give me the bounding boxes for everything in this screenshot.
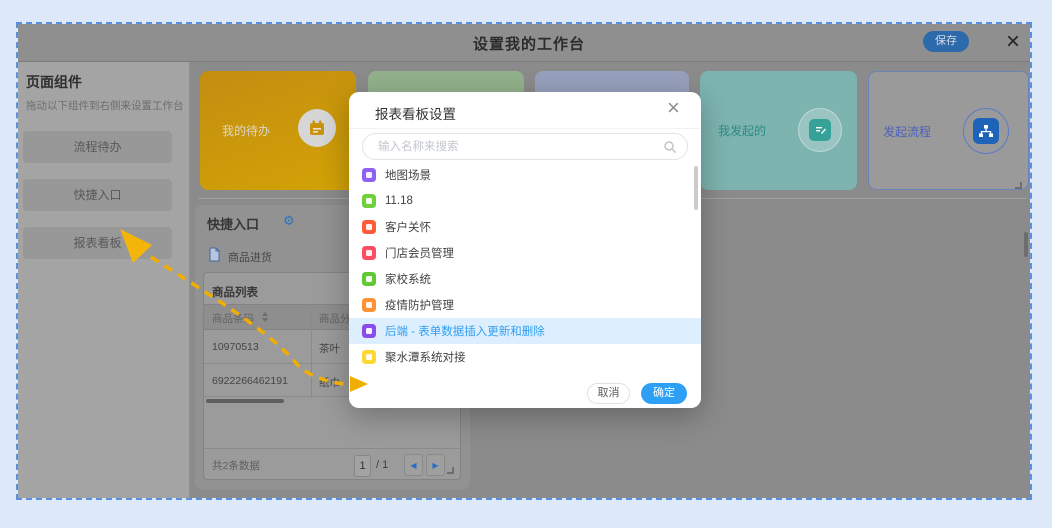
report-icon (362, 350, 376, 364)
calendar-icon (298, 109, 336, 147)
resize-grip[interactable] (1015, 182, 1022, 189)
save-button[interactable]: 保存 (923, 31, 969, 52)
list-item[interactable]: 门店会员管理 (349, 240, 701, 266)
sidebar-hint: 拖动以下组件到右侧来设置工作台 (26, 98, 184, 113)
workbench-settings-window: 设置我的工作台 保存 × 页面组件 拖动以下组件到右侧来设置工作台 流程待办 快… (16, 22, 1032, 500)
list-item-label: 客户关怀 (385, 219, 431, 235)
list-item[interactable]: 聚水潭系统对接 (349, 344, 701, 370)
modal-scrollbar[interactable] (694, 166, 698, 210)
list-item[interactable]: 疫情防护管理 (349, 292, 701, 318)
vertical-scrollbar[interactable] (1024, 232, 1028, 257)
sidebar-item-report-board[interactable]: 报表看板 (23, 227, 172, 259)
list-item-label: 家校系统 (385, 271, 431, 287)
list-item[interactable]: 地图场景 (349, 162, 701, 188)
card-my-todo[interactable]: 我的待办 (200, 71, 356, 190)
prev-page-button[interactable]: ◀ (404, 454, 423, 476)
list-item-label: 地图场景 (385, 167, 431, 183)
report-icon (362, 220, 376, 234)
titlebar: 设置我的工作台 保存 × (18, 24, 1030, 62)
cell-category: 茶叶 (319, 341, 340, 356)
list-item[interactable]: 客户关怀 (349, 214, 701, 240)
components-sidebar: 页面组件 拖动以下组件到右侧来设置工作台 流程待办 快捷入口 报表看板 (18, 62, 190, 498)
page-number-input[interactable]: 1 (354, 455, 371, 477)
card-label: 发起流程 (883, 123, 931, 140)
report-icon (362, 168, 376, 182)
list-item-label: 11.18 (385, 195, 413, 207)
table-title: 商品列表 (212, 284, 258, 300)
confirm-button[interactable]: 确定 (641, 383, 687, 404)
flow-chart-icon (963, 108, 1009, 154)
card-start-process[interactable]: 发起流程 (868, 71, 1029, 190)
card-label: 我的待办 (222, 122, 270, 139)
list-item[interactable]: 家校系统 (349, 266, 701, 292)
document-icon (208, 247, 221, 267)
card-label: 我发起的 (718, 122, 766, 139)
record-count: 共2条数据 (212, 458, 260, 473)
list-item-selected[interactable]: 后端 - 表单数据插入更新和删除 (349, 318, 701, 344)
edit-document-icon (798, 108, 842, 152)
card-my-initiated[interactable]: 我发起的 (700, 71, 857, 190)
list-item-label: 门店会员管理 (385, 245, 454, 261)
sort-icon[interactable] (262, 312, 268, 322)
report-icon (362, 272, 376, 286)
report-icon (362, 246, 376, 260)
horizontal-scrollbar[interactable] (206, 399, 284, 403)
report-icon (362, 194, 376, 208)
cell-barcode: 6922266462191 (212, 375, 288, 387)
quick-entry-heading: 快捷入口 (207, 214, 259, 233)
next-page-button[interactable]: ▶ (426, 454, 445, 476)
sidebar-item-process-todo[interactable]: 流程待办 (23, 131, 172, 163)
search-icon (663, 140, 677, 159)
list-item-label: 疫情防护管理 (385, 297, 454, 313)
list-item[interactable]: 11.18 (349, 188, 701, 214)
list-item-label: 后端 - 表单数据插入更新和删除 (385, 323, 545, 339)
report-list: 地图场景 11.18 客户关怀 门店会员管理 家校系统 疫情防护管理 后端 - … (349, 162, 701, 370)
cell-barcode: 10970513 (212, 341, 259, 353)
list-item-label: 聚水潭系统对接 (385, 349, 466, 365)
resize-grip[interactable] (447, 467, 454, 474)
report-icon (362, 298, 376, 312)
report-board-settings-modal: 报表看板设置 × 地图场景 11.18 客户关怀 门店会员管理 家校系统 疫情防… (349, 92, 701, 408)
modal-divider (349, 128, 701, 129)
col-header-barcode: 商品条码 (212, 311, 254, 326)
gear-icon[interactable]: ⚙ (283, 213, 295, 229)
sidebar-item-quick-entry[interactable]: 快捷入口 (23, 179, 172, 211)
quick-link-goods-purchase[interactable]: 商品进货 (228, 249, 272, 265)
table-bottom-border (204, 448, 460, 449)
cancel-button[interactable]: 取消 (587, 383, 630, 404)
close-window-icon[interactable]: × (1006, 26, 1020, 58)
report-icon (362, 324, 376, 338)
cell-category: 纸巾 (319, 375, 340, 390)
modal-close-icon[interactable]: × (667, 95, 680, 121)
page-title: 设置我的工作台 (473, 33, 585, 54)
modal-title: 报表看板设置 (375, 103, 456, 123)
page-total: / 1 (376, 459, 388, 471)
sidebar-heading: 页面组件 (26, 72, 82, 92)
search-input[interactable] (362, 133, 688, 160)
